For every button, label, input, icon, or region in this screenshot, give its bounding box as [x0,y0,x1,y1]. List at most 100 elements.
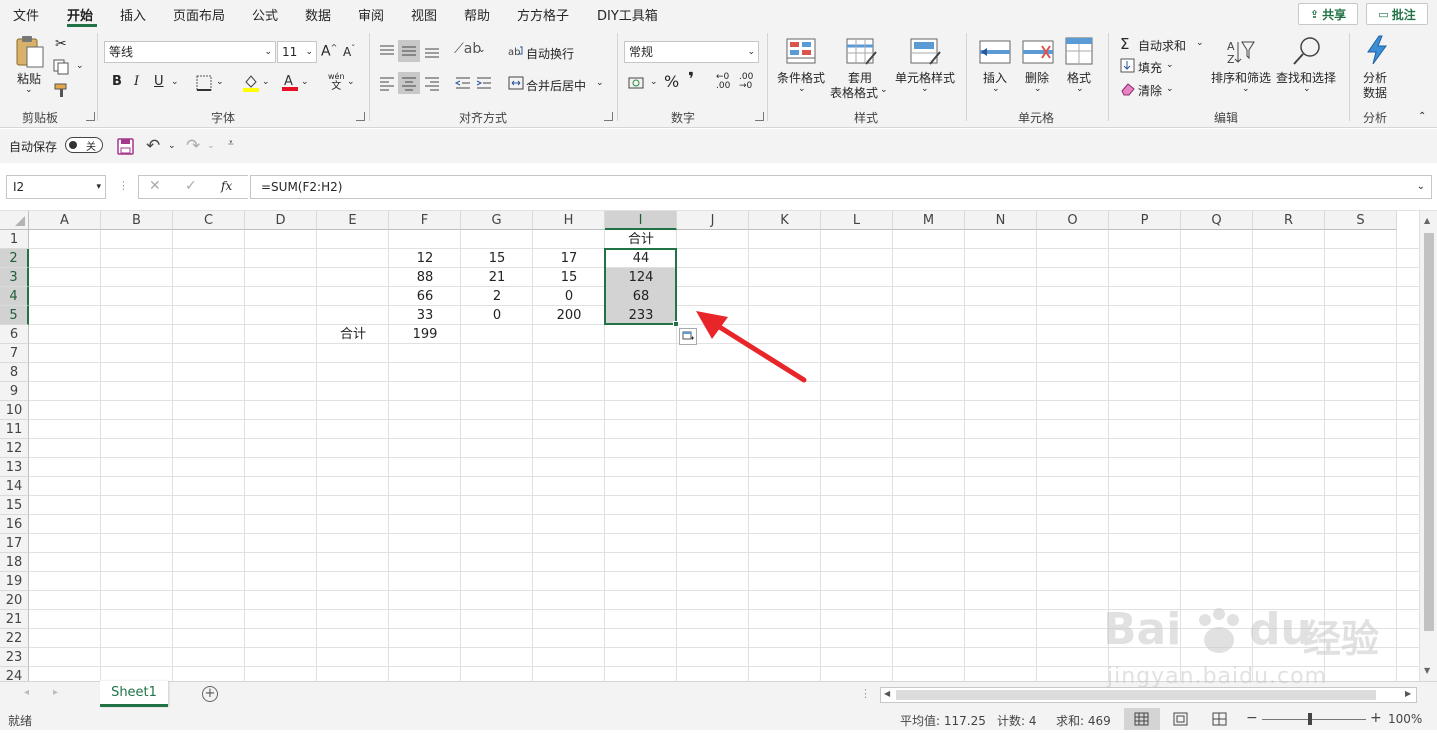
cell-g3[interactable]: 21 [461,268,533,287]
borders-icon[interactable] [196,75,212,94]
cell-f5[interactable]: 33 [389,306,461,325]
format-as-table-button[interactable]: 表格格式 [830,84,878,101]
cell-i1[interactable]: 合计 [605,230,677,249]
orientation-dropdown-icon[interactable]: ⌄ [478,45,486,55]
font-size-select[interactable]: 11 ⌄ [277,41,317,63]
format-cells-icon[interactable] [1065,37,1093,68]
undo-icon[interactable]: ↶ [146,136,160,156]
row-header-23[interactable]: 23 [0,648,29,667]
conditional-format-icon[interactable] [786,38,816,67]
column-header-f[interactable]: F [389,211,461,230]
autosave-toggle[interactable]: 关 [65,137,103,153]
italic-button[interactable]: I [134,74,139,89]
scroll-down-icon[interactable]: ▼ [1424,666,1430,675]
cell-h5[interactable]: 200 [533,306,605,325]
menu-tab-2[interactable]: 插入 [120,5,146,24]
scroll-up-icon[interactable]: ▲ [1424,216,1430,225]
fill-handle[interactable] [673,321,679,327]
undo-dropdown-icon[interactable]: ⌄ [168,141,176,151]
redo-dropdown-icon[interactable]: ⌄ [207,141,215,151]
row-header-22[interactable]: 22 [0,629,29,648]
find-select-icon[interactable] [1291,36,1323,69]
cell-f6[interactable]: 199 [389,325,461,344]
page-break-view-icon[interactable] [1212,712,1228,729]
scroll-left-icon[interactable]: ◀ [884,689,890,698]
align-left-icon[interactable] [378,75,396,94]
format-painter-icon[interactable] [53,82,71,101]
row-header-13[interactable]: 13 [0,458,29,477]
row-header-14[interactable]: 14 [0,477,29,496]
clear-icon[interactable] [1120,82,1136,99]
row-header-2[interactable]: 2 [0,249,29,268]
column-header-o[interactable]: O [1037,211,1109,230]
cell-h4[interactable]: 0 [533,287,605,306]
fill-button[interactable]: 填充 [1138,59,1162,76]
autosum-dropdown-icon[interactable]: ⌄ [1196,38,1204,48]
row-header-18[interactable]: 18 [0,553,29,572]
row-header-3[interactable]: 3 [0,268,29,287]
merge-center-icon[interactable] [508,76,524,93]
name-box[interactable]: I2 ▾ [6,175,106,199]
row-header-9[interactable]: 9 [0,382,29,401]
font-color-dropdown-icon[interactable]: ⌄ [301,77,309,87]
sort-filter-button[interactable]: 排序和筛选 [1211,69,1271,86]
sort-filter-dropdown-icon[interactable]: ⌄ [1242,84,1250,94]
wrap-text-icon[interactable]: ab [508,44,524,61]
row-header-4[interactable]: 4 [0,287,29,306]
fill-icon[interactable] [1120,58,1136,76]
delete-cells-icon[interactable] [1022,40,1054,67]
fill-dropdown-icon[interactable]: ⌄ [1166,60,1174,70]
cell-f3[interactable]: 88 [389,268,461,287]
cell-h2[interactable]: 17 [533,249,605,268]
menu-tab-8[interactable]: 帮助 [464,5,490,24]
expand-formula-icon[interactable]: ⌄ [1417,176,1425,198]
bold-button[interactable]: B [112,74,122,89]
cell-f2[interactable]: 12 [389,249,461,268]
underline-button[interactable]: U [154,74,164,89]
font-launcher-icon[interactable] [356,112,365,121]
copy-dropdown-icon[interactable]: ⌄ [76,61,84,71]
cell-e6[interactable]: 合计 [317,325,389,344]
vertical-scroll-thumb[interactable] [1424,233,1434,631]
column-header-p[interactable]: P [1109,211,1181,230]
row-header-15[interactable]: 15 [0,496,29,515]
row-header-1[interactable]: 1 [0,230,29,249]
insert-cells-icon[interactable] [979,40,1011,67]
column-header-g[interactable]: G [461,211,533,230]
align-top-icon[interactable] [378,43,396,62]
tab-splitter-icon[interactable]: ⋮ [860,687,871,700]
formula-input[interactable]: =SUM(F2:H2) ⌄ [250,175,1432,199]
select-all-button[interactable] [0,211,29,230]
clear-dropdown-icon[interactable]: ⌄ [1166,84,1174,94]
increase-decimal-icon[interactable]: ←0.00 [716,73,730,91]
paste-dropdown-icon[interactable]: ⌄ [25,85,33,95]
column-header-q[interactable]: Q [1181,211,1253,230]
sort-filter-icon[interactable]: AZ [1226,38,1256,69]
zoom-slider-thumb[interactable] [1308,713,1312,725]
customize-qat-icon[interactable]: ⩡ [228,138,234,149]
column-header-n[interactable]: N [965,211,1037,230]
row-header-8[interactable]: 8 [0,363,29,382]
decrease-decimal-icon[interactable]: .00 →0 [739,73,753,91]
row-header-12[interactable]: 12 [0,439,29,458]
column-header-c[interactable]: C [173,211,245,230]
row-header-20[interactable]: 20 [0,591,29,610]
underline-dropdown-icon[interactable]: ⌄ [171,77,179,87]
format-as-table-icon[interactable] [846,38,878,69]
number-launcher-icon[interactable] [755,112,764,121]
shrink-font-button[interactable]: Aˇ [343,44,355,59]
row-header-6[interactable]: 6 [0,325,29,344]
alignment-launcher-icon[interactable] [604,112,613,121]
row-header-17[interactable]: 17 [0,534,29,553]
menu-tab-6[interactable]: 审阅 [358,5,384,24]
insert-function-button[interactable]: fx [221,179,232,193]
row-header-7[interactable]: 7 [0,344,29,363]
row-header-24[interactable]: 24 [0,667,29,681]
row-header-10[interactable]: 10 [0,401,29,420]
analyze-data-icon[interactable] [1364,35,1390,68]
menu-tab-5[interactable]: 数据 [305,5,331,24]
column-header-s[interactable]: S [1325,211,1397,230]
autosum-button[interactable]: 自动求和 [1138,37,1186,54]
align-bottom-icon[interactable] [423,43,441,62]
row-header-5[interactable]: 5 [0,306,29,325]
